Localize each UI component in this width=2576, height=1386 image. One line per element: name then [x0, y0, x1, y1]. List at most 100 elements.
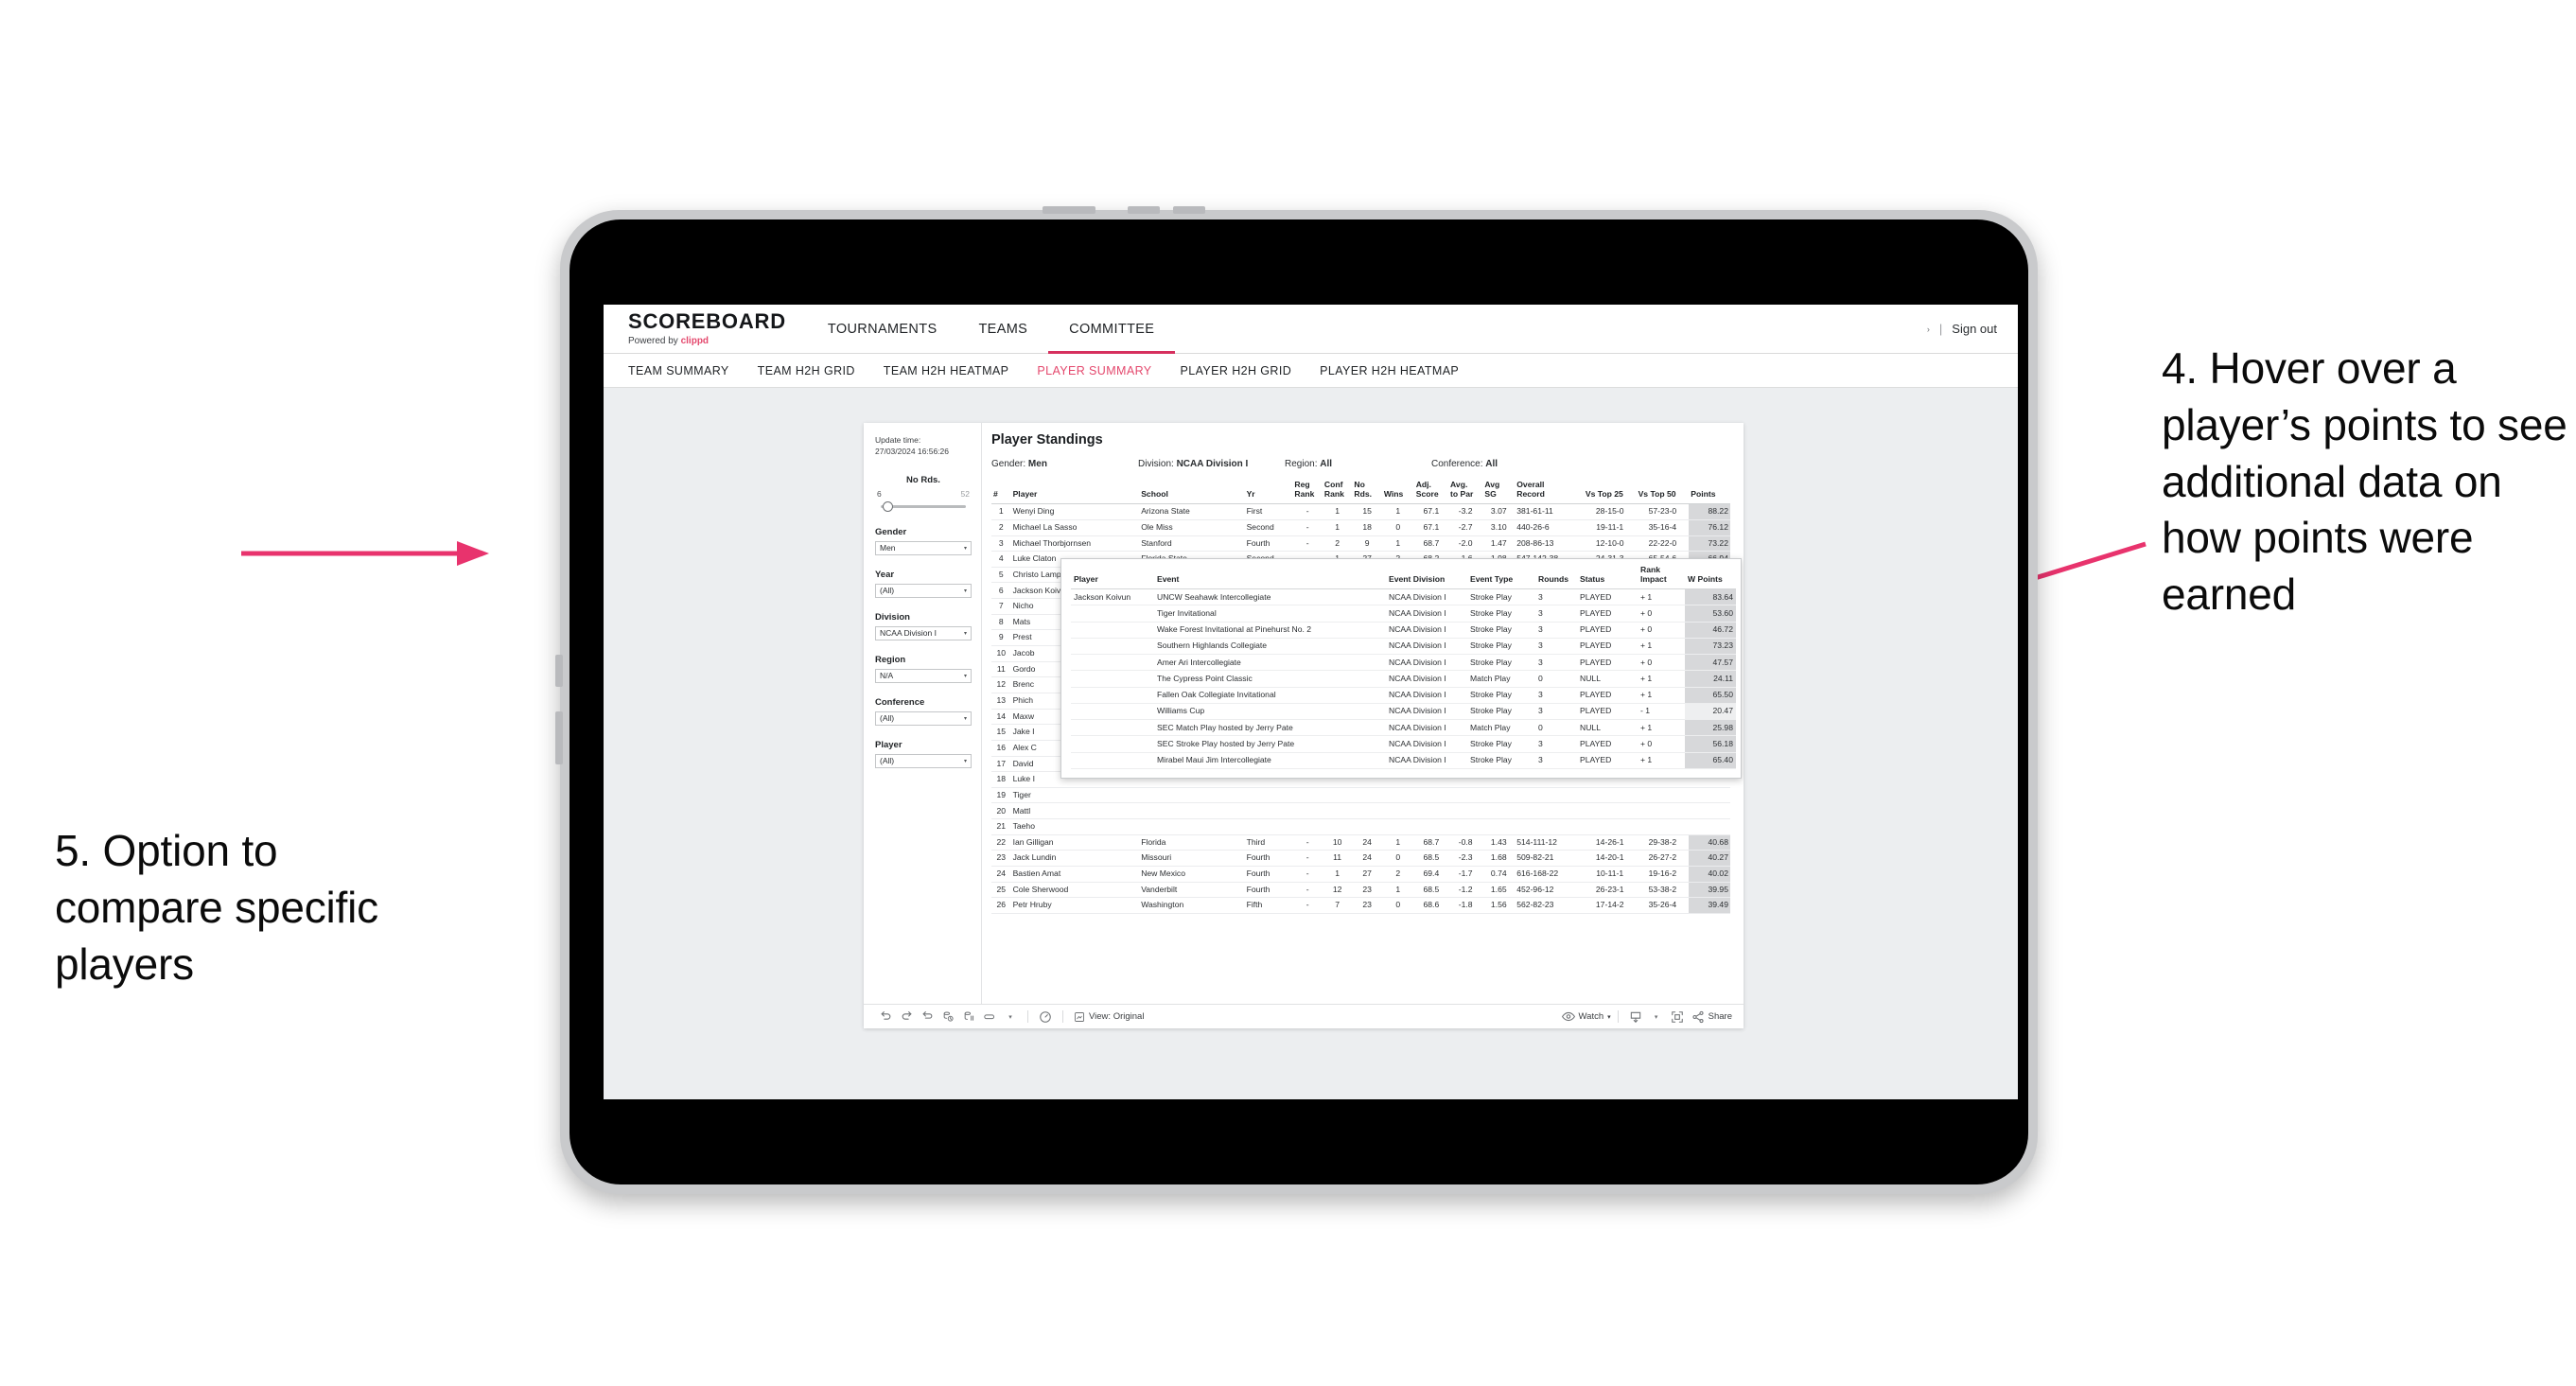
filter-conference-dropdown[interactable]: (All) ▾: [875, 711, 972, 726]
share-button[interactable]: Share: [1691, 1010, 1732, 1024]
cell-avg-sg: [1482, 802, 1516, 820]
share-icon: [1692, 1010, 1704, 1023]
brand-logo[interactable]: SCOREBOARD Powered by clippd: [604, 305, 807, 353]
table-row[interactable]: 22 Ian Gilligan Florida Third -10 24 1 68.7 -0.8…: [991, 834, 1730, 851]
col-points[interactable]: Points: [1689, 481, 1730, 505]
tt-cell-rank-impact: + 1: [1638, 670, 1685, 688]
nav-tab-teams[interactable]: TEAMS: [957, 305, 1048, 353]
revert-icon[interactable]: [917, 1009, 938, 1026]
fullscreen-icon[interactable]: [1667, 1009, 1688, 1026]
col-school[interactable]: School: [1139, 481, 1245, 505]
tt-cell-rank-impact: + 0: [1638, 735, 1685, 753]
filter-year: Year (All) ▾: [875, 570, 972, 598]
redo-icon[interactable]: [896, 1009, 917, 1026]
cell-vs-top-50: 22-22-0: [1636, 535, 1690, 553]
col-reg-rank[interactable]: Reg Rank: [1292, 480, 1323, 505]
table-row[interactable]: 24 Bastien Amat New Mexico Fourth -1 27 2 69.4-…: [991, 866, 1730, 883]
cell-points[interactable]: 40.68: [1689, 834, 1730, 851]
filter-no-rounds-slider[interactable]: No Rds. 6 52: [875, 475, 972, 512]
subtab-team-h2h-heatmap[interactable]: TEAM H2H HEATMAP: [884, 364, 1009, 377]
col-no-rds[interactable]: No Rds.: [1352, 480, 1382, 505]
filter-division-dropdown[interactable]: NCAA Division I ▾: [875, 625, 972, 640]
col-adj-score[interactable]: Adj. Score: [1413, 480, 1449, 505]
col-vs-top-25[interactable]: Vs Top 25: [1583, 481, 1637, 505]
filter-gender-dropdown[interactable]: Men ▾: [875, 540, 972, 555]
download-icon[interactable]: [1625, 1009, 1646, 1026]
col-conf-rank[interactable]: Conf Rank: [1322, 480, 1353, 505]
col-adj-l2: Score: [1415, 488, 1439, 499]
undo-icon[interactable]: [875, 1009, 896, 1026]
cell-points[interactable]: 40.02: [1689, 866, 1730, 883]
col-yr[interactable]: Yr: [1244, 481, 1293, 505]
nav-tab-tournaments[interactable]: TOURNAMENTS: [807, 305, 958, 353]
cell-points[interactable]: 88.22: [1689, 503, 1730, 520]
subtab-player-h2h-heatmap[interactable]: PLAYER H2H HEATMAP: [1320, 364, 1459, 377]
slider-knob[interactable]: [883, 500, 893, 512]
subtab-player-h2h-grid[interactable]: PLAYER H2H GRID: [1181, 364, 1292, 377]
refresh-data-icon[interactable]: [938, 1009, 958, 1026]
tt-cell-rounds: 0: [1535, 719, 1577, 737]
table-row[interactable]: 3 Michael Thorbjornsen Stanford Fourth -2 9 1 6…: [991, 535, 1730, 553]
slider-track[interactable]: [881, 500, 966, 512]
tt-cell-rank-impact: + 1: [1638, 588, 1685, 606]
table-row[interactable]: 19 Tiger: [991, 787, 1730, 804]
cell-points[interactable]: [1689, 818, 1730, 835]
pause-refresh-icon[interactable]: [1035, 1009, 1056, 1026]
table-row[interactable]: 23 Jack Lundin Missouri Fourth -11 24 0 68.5 -2.…: [991, 850, 1730, 867]
tablet-button-side-1: [555, 655, 563, 687]
tt-cell-status: PLAYED: [1577, 588, 1638, 606]
cell-points[interactable]: [1689, 802, 1730, 820]
tt-cell-rounds: 3: [1535, 605, 1577, 623]
nav-tab-committee[interactable]: COMMITTEE: [1048, 305, 1176, 354]
cell-points[interactable]: 39.95: [1689, 882, 1730, 899]
subtab-team-summary[interactable]: TEAM SUMMARY: [628, 364, 729, 377]
cell-avg-to-par: -2.7: [1448, 519, 1483, 536]
col-wins[interactable]: Wins: [1381, 481, 1414, 505]
cell-points[interactable]: 73.22: [1689, 535, 1730, 553]
cell-overall-record: 616-168-22: [1515, 866, 1584, 883]
cell-rank: 24: [991, 866, 1011, 883]
cell-overall-record: [1515, 787, 1584, 804]
sign-out-link[interactable]: Sign out: [1952, 322, 1997, 336]
tt-cell-event-type: Stroke Play: [1467, 703, 1535, 721]
cell-overall-record: 514-111-12: [1515, 834, 1584, 851]
subtab-player-summary[interactable]: PLAYER SUMMARY: [1037, 364, 1151, 377]
chevron-right-icon[interactable]: ›: [1927, 325, 1930, 334]
tt-cell-rounds: 3: [1535, 735, 1577, 753]
subtab-team-h2h-grid[interactable]: TEAM H2H GRID: [758, 364, 855, 377]
table-row[interactable]: 26 Petr Hruby Washington Fifth -7 23 0 68.6 -1.8…: [991, 897, 1730, 914]
col-overall-record[interactable]: Overall Record: [1515, 480, 1584, 505]
cell-points[interactable]: [1689, 787, 1730, 804]
cell-vs-top-25: 14-20-1: [1583, 850, 1637, 867]
cell-conf-rank: 1: [1322, 503, 1353, 520]
device-preview-icon[interactable]: [979, 1009, 1000, 1026]
cell-points[interactable]: 40.27: [1689, 850, 1730, 867]
col-avg-to-par[interactable]: Avg. to Par: [1448, 480, 1483, 505]
table-row[interactable]: 2 Michael La Sasso Ole Miss Second -1 18 0 67.1…: [991, 519, 1730, 536]
table-row[interactable]: 21 Taeho: [991, 818, 1730, 835]
device-preview-caret-icon[interactable]: ▾: [1000, 1009, 1021, 1026]
download-caret-icon[interactable]: ▾: [1646, 1009, 1667, 1026]
cell-adj-score: 68.5: [1413, 850, 1449, 867]
cell-points[interactable]: 76.12: [1689, 519, 1730, 536]
view-original-button[interactable]: View: Original: [1074, 1011, 1144, 1023]
tt-cell-w-points: 53.60: [1685, 605, 1736, 623]
col-vs-top-50[interactable]: Vs Top 50: [1636, 481, 1690, 505]
cell-avg-sg: [1482, 818, 1516, 835]
table-row[interactable]: 1 Wenyi Ding Arizona State First -1 15 1 67.1 -3…: [991, 503, 1730, 520]
col-player[interactable]: Player: [1010, 481, 1140, 505]
table-row[interactable]: 25 Cole Sherwood Vanderbilt Fourth -12 23 1 68.…: [991, 882, 1730, 899]
filter-gender-label: Gender: [875, 526, 907, 537]
tt-cell-status: PLAYED: [1577, 703, 1638, 721]
watch-button[interactable]: Watch ▾: [1561, 1011, 1611, 1022]
cell-no-rds: [1352, 787, 1382, 804]
table-row[interactable]: 20 Mattl: [991, 802, 1730, 820]
col-avg-sg[interactable]: Avg SG: [1482, 480, 1516, 505]
filter-region-dropdown[interactable]: N/A ▾: [875, 668, 972, 683]
filter-year-dropdown[interactable]: (All) ▾: [875, 583, 972, 598]
page-title: Player Standings: [991, 432, 1103, 447]
filter-player-dropdown[interactable]: (All) ▾: [875, 753, 972, 768]
col-rank[interactable]: #: [991, 481, 1011, 505]
pause-auto-updates-icon[interactable]: [958, 1009, 979, 1026]
cell-points[interactable]: 39.49: [1689, 897, 1730, 914]
